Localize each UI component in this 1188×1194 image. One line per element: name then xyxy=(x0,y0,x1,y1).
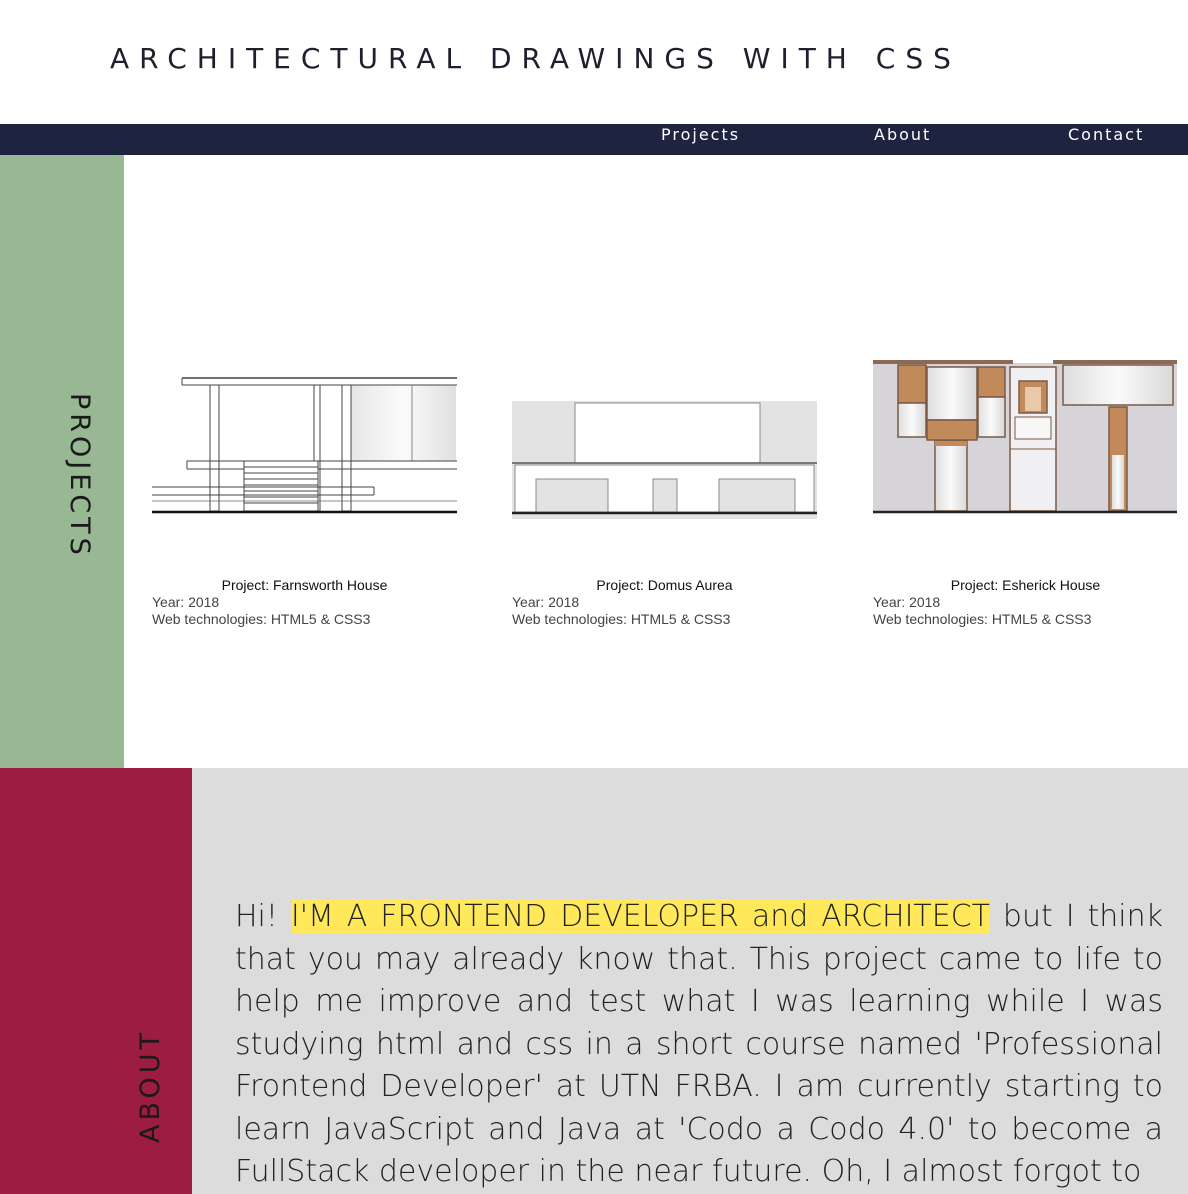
about-section: ABOUT Hi! I'M A FRONTEND DEVELOPER and A… xyxy=(0,768,1188,1194)
project-tech: Web technologies: HTML5 & CSS3 xyxy=(512,611,731,627)
about-paragraph: Hi! I'M A FRONTEND DEVELOPER and ARCHITE… xyxy=(235,896,1163,1194)
project-name: Project: Domus Aurea xyxy=(596,577,733,593)
project-card-farnsworth[interactable]: Project: Farnsworth House Year: 2018 Web… xyxy=(152,155,457,768)
nav-projects-link[interactable]: Projects xyxy=(661,124,740,155)
site-title: ARCHITECTURAL DRAWINGS WITH CSS xyxy=(110,42,961,75)
project-name: Project: Esherick House xyxy=(950,577,1101,593)
about-sidebar: ABOUT xyxy=(0,768,192,1194)
project-year: Year: 2018 xyxy=(152,594,220,610)
project-year: Year: 2018 xyxy=(512,594,580,610)
site-header: ARCHITECTURAL DRAWINGS WITH CSS xyxy=(0,0,1188,124)
projects-section-label: PROJECTS xyxy=(64,393,95,559)
project-card-esherick[interactable]: Project: Esherick House Year: 2018 Web t… xyxy=(873,155,1178,768)
farnsworth-house-drawing[interactable] xyxy=(152,355,457,525)
main-nav: Projects About Contact xyxy=(0,124,1188,155)
projects-sidebar: PROJECTS xyxy=(0,155,124,768)
project-year: Year: 2018 xyxy=(873,594,941,610)
nav-contact-link[interactable]: Contact xyxy=(1068,124,1144,155)
esherick-house-drawing[interactable] xyxy=(873,355,1178,525)
project-name: Project: Farnsworth House xyxy=(221,577,388,593)
domus-aurea-drawing[interactable] xyxy=(512,355,817,525)
nav-about-link[interactable]: About xyxy=(874,124,931,155)
about-highlight: I'M A FRONTEND DEVELOPER and ARCHITECT xyxy=(290,899,990,934)
projects-section: PROJECTS Project: Farnsworth House Year:… xyxy=(0,155,1188,768)
about-section-label: ABOUT xyxy=(135,1028,166,1143)
about-body: but I think that you may already know th… xyxy=(235,899,1163,1189)
project-tech: Web technologies: HTML5 & CSS3 xyxy=(152,611,371,627)
project-card-domus-aurea[interactable]: Project: Domus Aurea Year: 2018 Web tech… xyxy=(512,155,817,768)
about-intro: Hi! xyxy=(235,899,291,934)
project-tech: Web technologies: HTML5 & CSS3 xyxy=(873,611,1092,627)
